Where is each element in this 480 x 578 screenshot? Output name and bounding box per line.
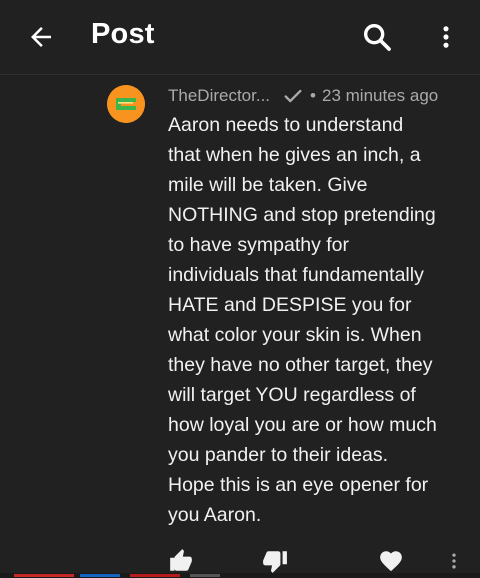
page-title: Post bbox=[91, 18, 155, 50]
arrow-left-icon[interactable] bbox=[26, 22, 56, 52]
author-name[interactable]: TheDirector... bbox=[168, 86, 270, 106]
avatar[interactable] bbox=[107, 85, 145, 123]
search-icon[interactable] bbox=[360, 20, 394, 54]
heart-icon[interactable] bbox=[378, 548, 404, 574]
next-item-preview bbox=[0, 573, 480, 578]
meta-separator: • bbox=[310, 86, 316, 105]
header-divider bbox=[0, 74, 480, 75]
app-bar: Post bbox=[0, 0, 480, 74]
verified-check-icon bbox=[284, 89, 302, 103]
more-vertical-icon[interactable] bbox=[444, 548, 464, 574]
timestamp: 23 minutes ago bbox=[322, 86, 439, 105]
comment-text: Aaron needs to understand that when he g… bbox=[168, 114, 437, 526]
thumbs-up-icon[interactable] bbox=[168, 548, 194, 574]
thumbs-down-icon[interactable] bbox=[262, 548, 288, 574]
more-vertical-icon[interactable] bbox=[432, 20, 460, 54]
channel-logo-icon bbox=[107, 85, 145, 123]
comment-meta: TheDirector... • 23 minutes ago bbox=[168, 85, 438, 107]
